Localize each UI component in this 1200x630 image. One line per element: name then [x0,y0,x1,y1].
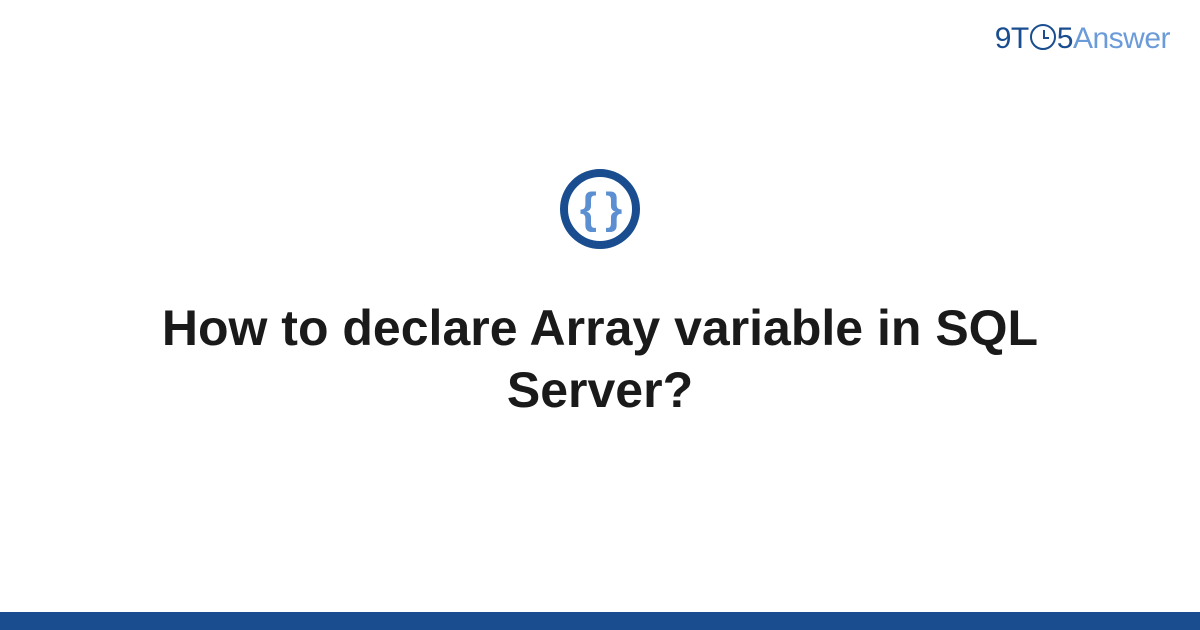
code-braces-icon: { } [580,184,620,234]
question-title: How to declare Array variable in SQL Ser… [100,297,1100,422]
footer-accent-bar [0,612,1200,630]
main-content: { } How to declare Array variable in SQL… [0,0,1200,630]
category-badge: { } [560,169,640,249]
